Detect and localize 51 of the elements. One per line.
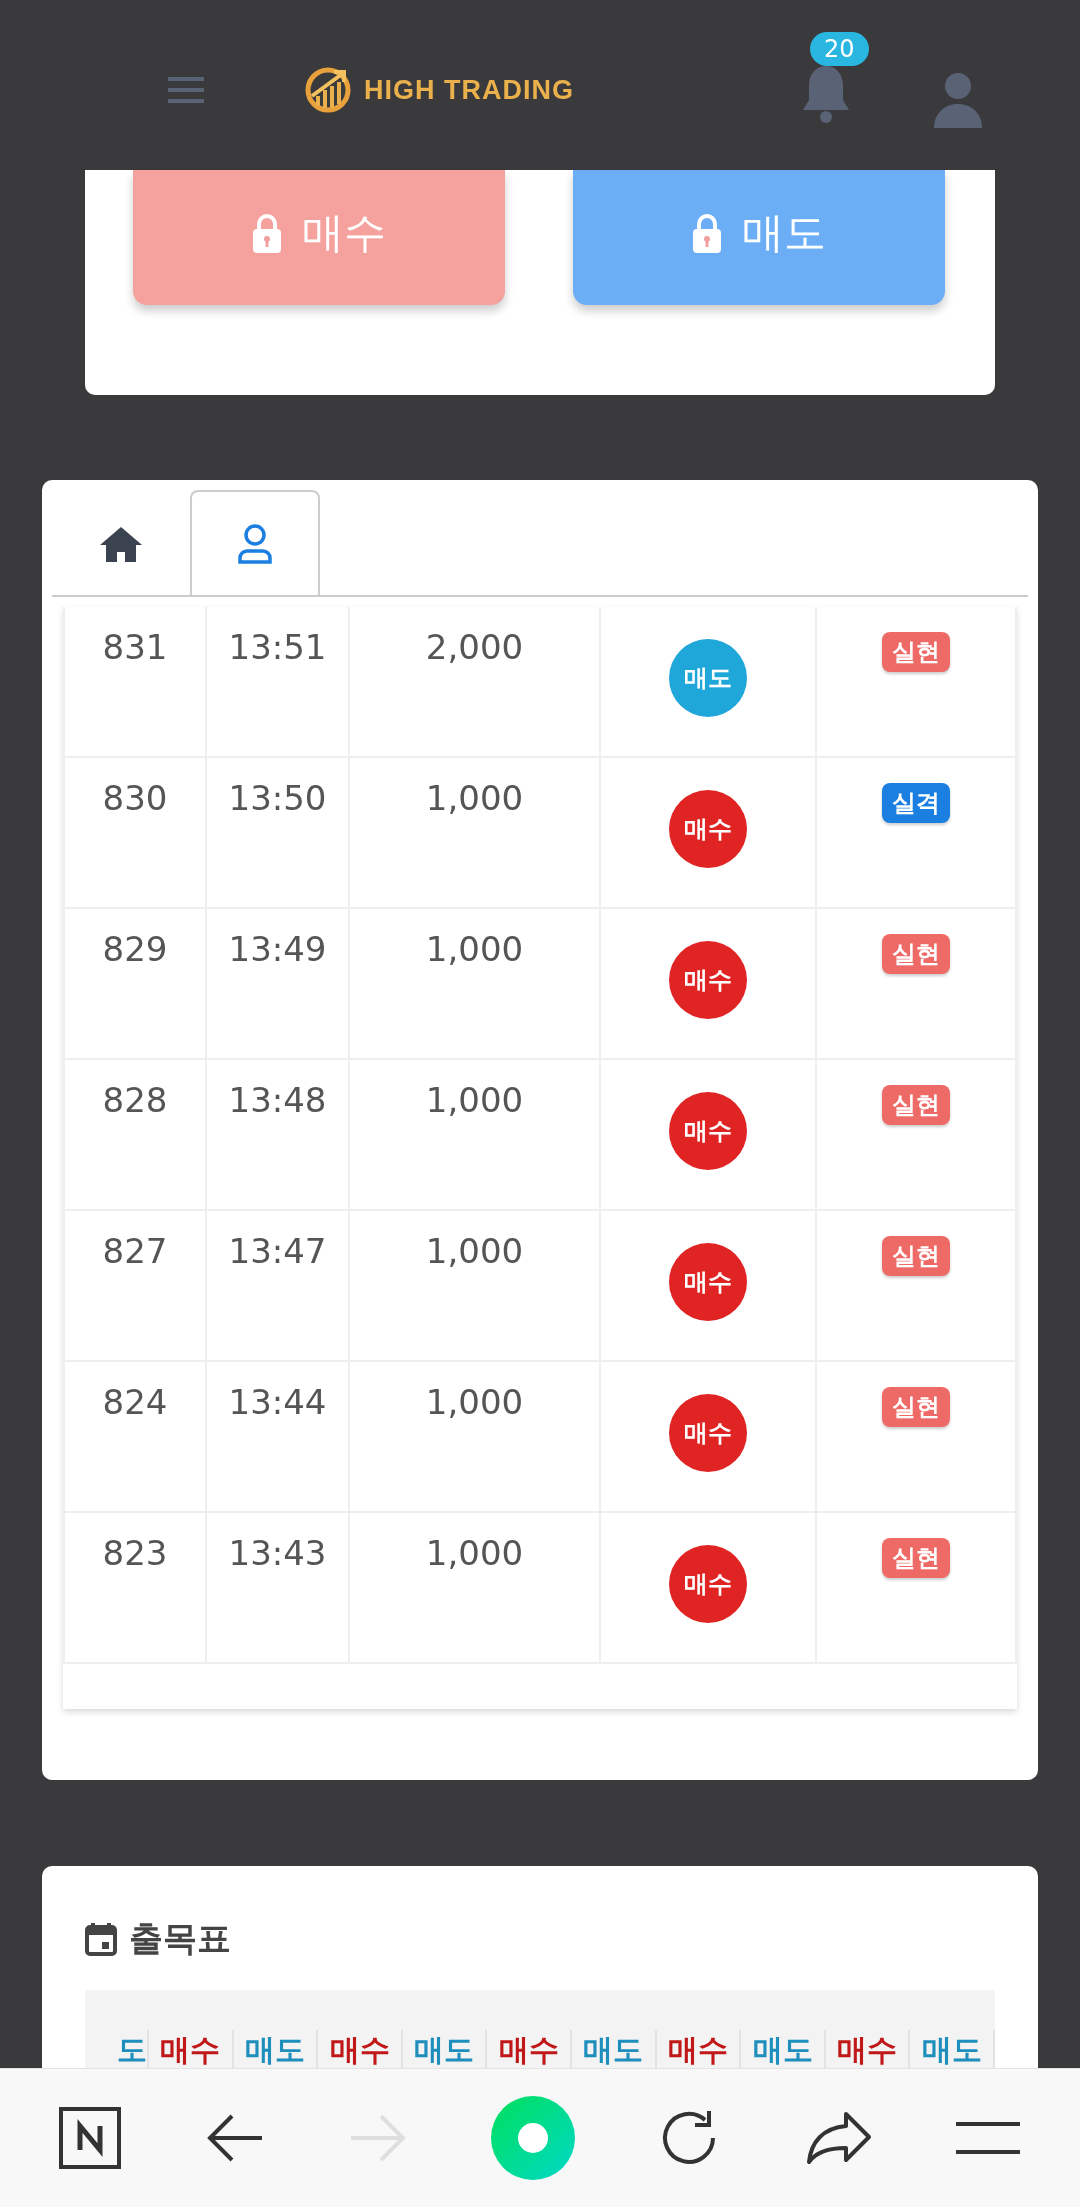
notification-badge: 20 <box>810 32 869 66</box>
trade-side-badge: 매수 <box>669 1243 747 1321</box>
table-cell: 830 <box>63 758 207 907</box>
menu-icon[interactable] <box>955 2120 1020 2156</box>
trade-side-badge: 매도 <box>669 639 747 717</box>
calendar-icon <box>85 1922 117 1956</box>
sell-button[interactable]: 매도 <box>573 170 945 305</box>
table-cell: 1,000 <box>350 1513 601 1662</box>
user-tab[interactable] <box>190 490 320 595</box>
lock-icon <box>692 213 722 253</box>
home-icon <box>99 524 143 563</box>
chart-logo-icon <box>304 66 352 114</box>
user-icon <box>237 523 273 564</box>
table-cell: 13:48 <box>207 1060 350 1209</box>
table-cell: 13:49 <box>207 909 350 1058</box>
table-cell: 1,000 <box>350 758 601 907</box>
table-cell: 13:43 <box>207 1513 350 1662</box>
table-cell: 1,000 <box>350 1060 601 1209</box>
buy-button[interactable]: 매수 <box>133 170 505 305</box>
trade-side-badge: 매수 <box>669 790 747 868</box>
table-cell: 1,000 <box>350 1211 601 1360</box>
table-cell: 13:51 <box>207 607 350 756</box>
table-cell: 829 <box>63 909 207 1058</box>
trade-side-badge: 매수 <box>669 1394 747 1472</box>
table-cell: 1,000 <box>350 909 601 1058</box>
table-cell: 828 <box>63 1060 207 1209</box>
table-cell: 2,000 <box>350 607 601 756</box>
share-icon[interactable] <box>805 2110 872 2166</box>
result-badge: 실현 <box>882 934 950 974</box>
table-cell: 831 <box>63 607 207 756</box>
result-badge: 실현 <box>882 1387 950 1427</box>
table-cell: 823 <box>63 1513 207 1662</box>
trade-side-badge: 매수 <box>669 941 747 1019</box>
table-cell: 13:47 <box>207 1211 350 1360</box>
result-badge: 실현 <box>882 1085 950 1125</box>
back-icon[interactable] <box>206 2113 265 2163</box>
table-cell: 13:50 <box>207 758 350 907</box>
table-cell: 827 <box>63 1211 207 1360</box>
trade-side-badge: 매수 <box>669 1545 747 1623</box>
table-cell: 13:44 <box>207 1362 350 1511</box>
logo-text: HIGH TRADING <box>364 74 574 106</box>
result-badge: 실현 <box>882 632 950 672</box>
table-cell: 824 <box>63 1362 207 1511</box>
table-cell: 1,000 <box>350 1362 601 1511</box>
result-badge: 실현 <box>882 1236 950 1276</box>
section-title: 출목표 <box>129 1917 231 1960</box>
trade-side-badge: 매수 <box>669 1092 747 1170</box>
result-badge: 실현 <box>882 1538 950 1578</box>
n-logo-icon[interactable] <box>58 2106 122 2170</box>
lock-icon <box>252 213 282 253</box>
result-badge: 실격 <box>882 783 950 823</box>
